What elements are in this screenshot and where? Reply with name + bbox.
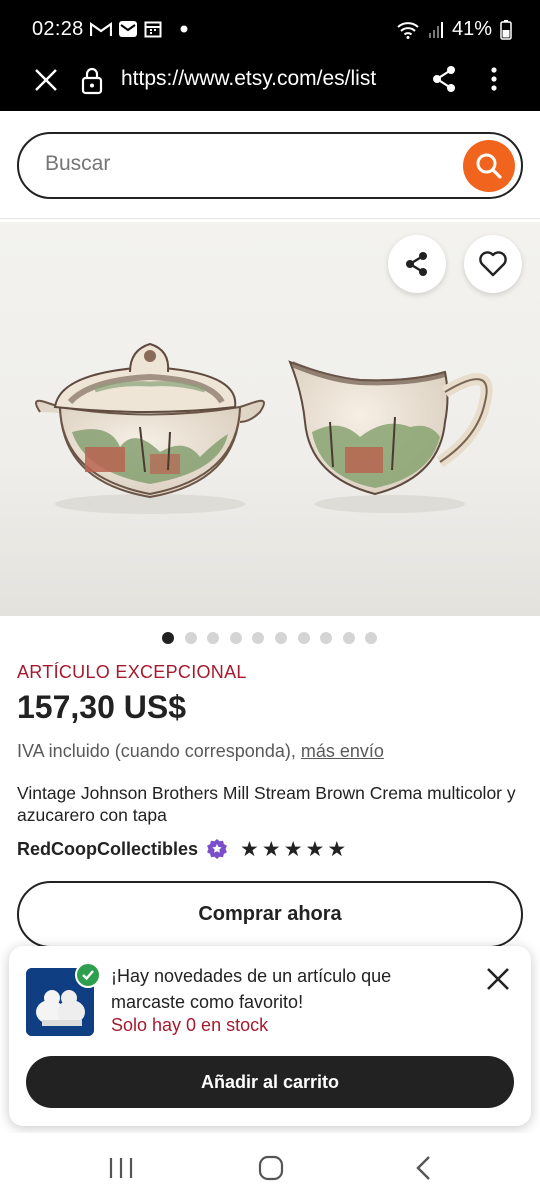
sugar-bowl xyxy=(35,342,265,499)
tax-note: IVA incluido (cuando corresponda), más e… xyxy=(17,741,384,762)
seller-name[interactable]: RedCoopCollectibles xyxy=(17,839,198,860)
wifi-icon xyxy=(397,21,419,39)
share-button[interactable] xyxy=(388,235,446,293)
status-bar: 02:28 41% xyxy=(0,0,540,58)
favorite-update-notification: ¡Hay novedades de un artículo que marcas… xyxy=(9,946,531,1126)
stock-notice: Solo hay 0 en stock xyxy=(111,1015,269,1035)
browser-toolbar: https://www.etsy.com/es/list xyxy=(0,58,540,111)
calendar-icon xyxy=(144,21,162,38)
star-icon: ★ xyxy=(261,837,281,861)
battery-icon xyxy=(500,19,512,40)
share-icon[interactable] xyxy=(430,64,458,94)
star-icon: ★ xyxy=(327,837,347,861)
notification-message: ¡Hay novedades de un artículo que marcas… xyxy=(111,966,392,1012)
product-photo xyxy=(35,342,493,514)
url-bar[interactable]: https://www.etsy.com/es/list xyxy=(121,67,413,91)
carousel-dot[interactable] xyxy=(320,632,333,644)
carousel-dot[interactable] xyxy=(297,632,310,644)
product-image[interactable] xyxy=(0,222,540,616)
creamer-pitcher xyxy=(288,360,493,496)
carousel-dot[interactable] xyxy=(184,632,197,644)
close-icon[interactable] xyxy=(32,66,60,94)
seller-row[interactable]: RedCoopCollectibles ★ ★ ★ ★ ★ xyxy=(17,838,346,860)
lock-icon[interactable] xyxy=(78,66,106,96)
price: 157,30 US$ xyxy=(17,689,187,725)
heart-icon xyxy=(479,251,507,277)
dot-icon xyxy=(180,25,188,33)
check-badge-icon xyxy=(75,962,101,988)
more-menu-icon[interactable] xyxy=(484,64,504,94)
carousel-dot[interactable] xyxy=(342,632,355,644)
search-area xyxy=(0,111,540,219)
star-icon: ★ xyxy=(283,837,303,861)
rating-stars: ★ ★ ★ ★ ★ xyxy=(240,839,346,860)
home-icon[interactable] xyxy=(258,1155,284,1181)
carousel-dot[interactable] xyxy=(252,632,265,644)
shipping-link[interactable]: más envío xyxy=(301,741,384,761)
carousel-dot[interactable] xyxy=(274,632,287,644)
add-to-cart-button[interactable]: Añadir al carrito xyxy=(26,1056,514,1108)
carousel-dot[interactable] xyxy=(162,632,174,644)
carousel-dot[interactable] xyxy=(365,632,378,644)
star-seller-badge: ARTÍCULO EXCEPCIONAL xyxy=(17,662,247,682)
notification-icons xyxy=(90,20,188,38)
gmail-icon xyxy=(90,21,112,36)
check-icon xyxy=(82,970,94,981)
battery-percent: 41% xyxy=(451,18,492,40)
carousel-dot[interactable] xyxy=(229,632,242,644)
star-seller-icon xyxy=(207,839,227,859)
star-icon: ★ xyxy=(305,837,325,861)
buy-now-button[interactable]: Comprar ahora xyxy=(17,881,523,948)
carousel-dot[interactable] xyxy=(207,632,220,644)
favorite-button[interactable] xyxy=(464,235,522,293)
search-box[interactable] xyxy=(17,132,523,199)
mail-icon xyxy=(119,21,137,37)
signal-icon xyxy=(428,21,443,38)
recent-apps-icon[interactable] xyxy=(108,1157,134,1179)
search-icon xyxy=(476,153,502,179)
star-icon: ★ xyxy=(240,837,259,861)
search-button[interactable] xyxy=(463,140,515,192)
close-icon[interactable] xyxy=(483,964,513,994)
back-icon[interactable] xyxy=(414,1155,432,1181)
product-title: Vintage Johnson Brothers Mill Stream Bro… xyxy=(17,783,516,825)
share-icon xyxy=(406,252,427,276)
carousel-dots xyxy=(162,632,378,644)
status-right: 41% xyxy=(396,18,512,41)
status-time: 02:28 xyxy=(32,18,84,40)
tax-text: IVA incluido (cuando corresponda), xyxy=(17,741,296,761)
system-nav-bar xyxy=(0,1133,540,1200)
search-input[interactable] xyxy=(45,152,425,176)
